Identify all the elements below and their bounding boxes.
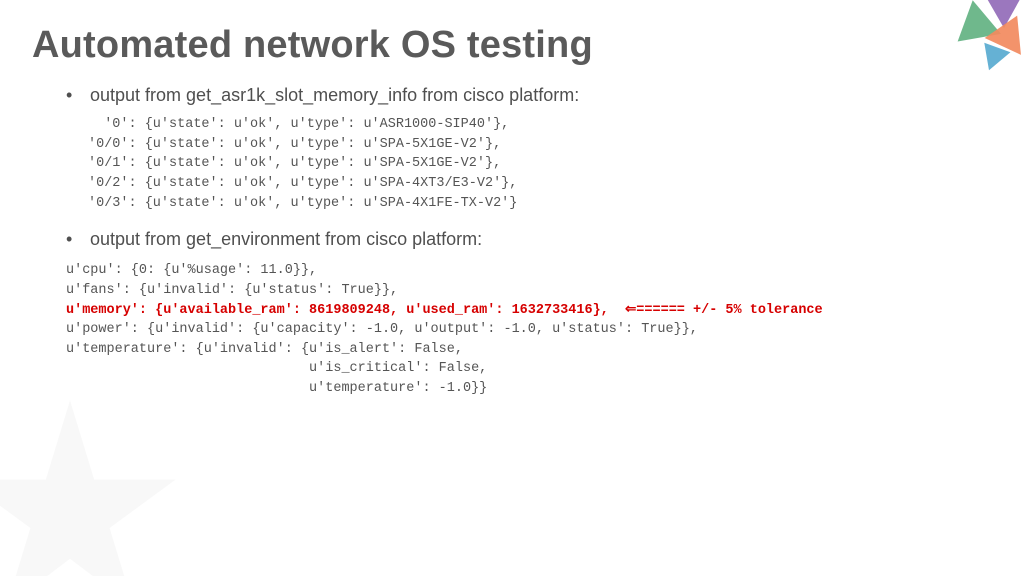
code-line: u'is_critical': False, [66, 361, 487, 376]
watermark-star-icon [0, 396, 180, 576]
slide-title: Automated network OS testing [32, 24, 992, 67]
code-line: u'power': {u'invalid': {u'capacity': -1.… [66, 322, 698, 337]
code-line: u'fans': {u'invalid': {u'status': True}}… [66, 283, 398, 298]
slide-content: output from get_asr1k_slot_memory_info f… [32, 83, 992, 398]
bullet-text: output from get_environment from cisco p… [90, 229, 482, 249]
code-block-environment: u'cpu': {0: {u'%usage': 11.0}}, u'fans':… [66, 261, 992, 398]
code-line: u'cpu': {0: {u'%usage': 11.0}}, [66, 263, 317, 278]
code-line-highlight: u'memory': {u'available_ram': 8619809248… [66, 303, 823, 318]
bullet-list: output from get_environment from cisco p… [60, 227, 992, 251]
bullet-list: output from get_asr1k_slot_memory_info f… [60, 83, 992, 107]
code-line: u'temperature': {u'invalid': {u'is_alert… [66, 342, 463, 357]
code-block-slot-memory: '0': {u'state': u'ok', u'type': u'ASR100… [88, 115, 992, 213]
bullet-text: output from get_asr1k_slot_memory_info f… [90, 85, 579, 105]
bullet-item: output from get_asr1k_slot_memory_info f… [60, 83, 992, 107]
slide: Automated network OS testing output from… [0, 0, 1024, 576]
bullet-item: output from get_environment from cisco p… [60, 227, 992, 251]
code-line: u'temperature': -1.0}} [66, 381, 487, 396]
decorative-corner [926, 0, 1024, 80]
